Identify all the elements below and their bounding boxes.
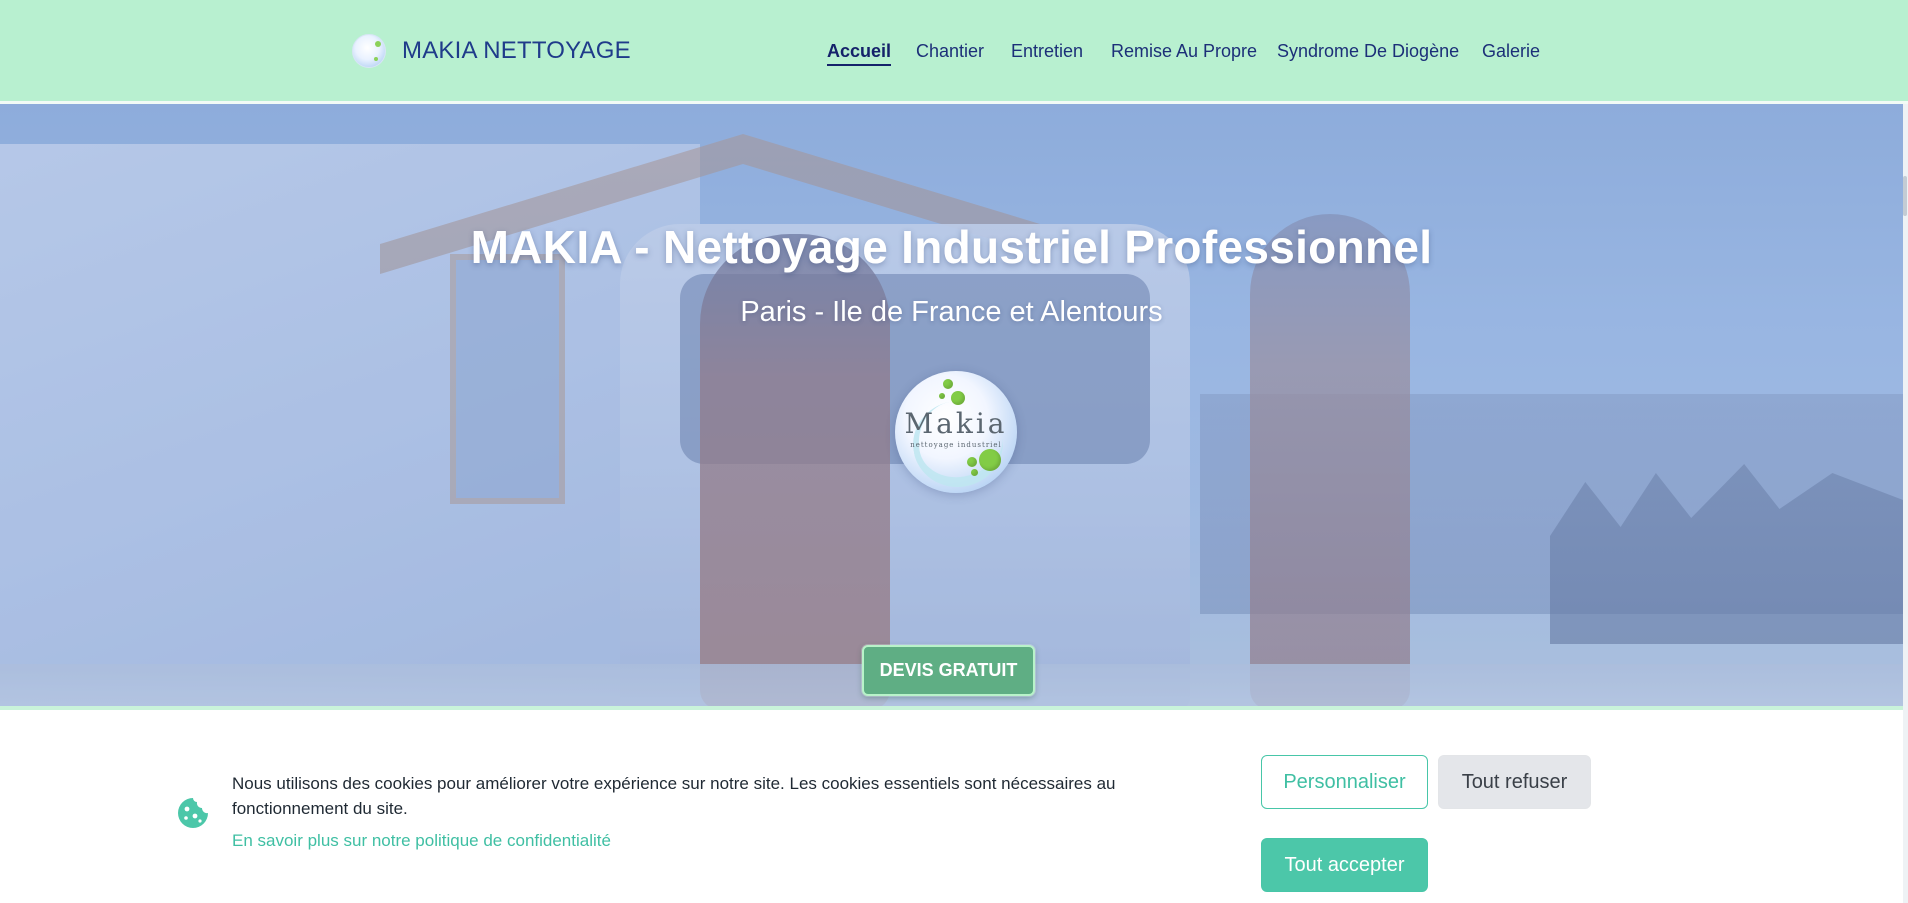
main-nav: Accueil Chantier Entretien Remise Au Pro… — [0, 38, 1908, 66]
hero-title: MAKIA - Nettoyage Industriel Professionn… — [470, 221, 1433, 273]
bubble-icon — [967, 457, 977, 467]
nav-item-chantier[interactable]: Chantier — [916, 38, 984, 64]
logo-wordmark: Makia — [904, 407, 1008, 440]
accept-all-button[interactable]: Tout accepter — [1261, 838, 1428, 892]
customize-cookies-button[interactable]: Personnaliser — [1261, 755, 1428, 809]
nav-item-remise-au-propre[interactable]: Remise Au Propre — [1111, 38, 1257, 64]
bubble-icon — [979, 449, 1001, 471]
hero-subtitle: Paris - Ile de France et Alentours — [740, 296, 1163, 328]
nav-item-accueil[interactable]: Accueil — [827, 38, 892, 66]
nav-item-galerie[interactable]: Galerie — [1482, 38, 1540, 64]
logo-tagline: nettoyage industriel — [910, 441, 1002, 449]
bubble-icon — [943, 379, 953, 389]
scrollbar-track[interactable] — [1903, 104, 1908, 903]
bubble-icon — [971, 469, 978, 476]
bubble-icon — [939, 393, 945, 399]
site-header: MAKIA NETTOYAGE Accueil Chantier Entreti… — [0, 0, 1908, 104]
bubble-icon — [951, 391, 965, 405]
refuse-all-button[interactable]: Tout refuser — [1438, 755, 1591, 809]
cookie-message: Nous utilisons des cookies pour améliore… — [232, 774, 1116, 818]
privacy-policy-link[interactable]: En savoir plus sur notre politique de co… — [232, 831, 611, 851]
free-quote-button[interactable]: DEVIS GRATUIT — [862, 645, 1035, 696]
nav-item-entretien[interactable]: Entretien — [1011, 38, 1083, 64]
makia-logo: Makia nettoyage industriel — [895, 371, 1017, 495]
nav-item-syndrome-de-diogene[interactable]: Syndrome De Diogène — [1277, 38, 1459, 64]
scrollbar-thumb[interactable] — [1903, 176, 1907, 216]
cookie-icon — [178, 798, 208, 828]
